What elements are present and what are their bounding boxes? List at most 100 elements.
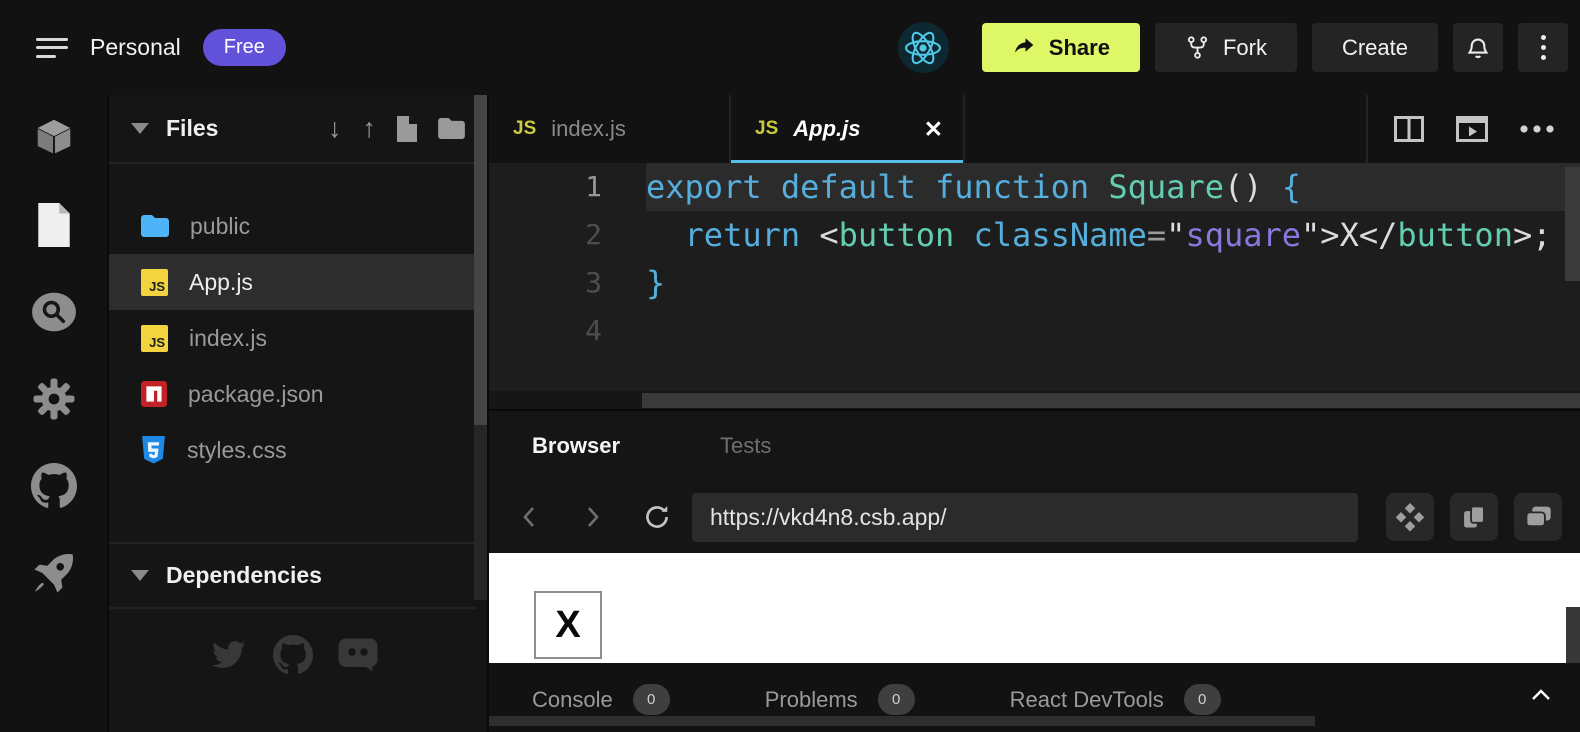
- activity-bar: [0, 95, 107, 732]
- browser-panel: Browser Tests: [487, 409, 1580, 732]
- tab-tests[interactable]: Tests: [720, 433, 771, 459]
- copy-icon: [1460, 503, 1488, 531]
- workspace-name[interactable]: Personal: [90, 34, 181, 61]
- console-scrollbar[interactable]: [489, 716, 1315, 726]
- console-item-console[interactable]: Console 0: [532, 684, 670, 715]
- console-item-react-devtools[interactable]: React DevTools0: [1010, 684, 1221, 715]
- preview-scrollbar[interactable]: [1566, 607, 1580, 663]
- close-icon[interactable]: ✕: [924, 116, 943, 143]
- tab-browser[interactable]: Browser: [532, 433, 620, 459]
- editor-tab-index.js[interactable]: JS index.js: [489, 95, 731, 163]
- new-folder-icon[interactable]: [438, 118, 465, 139]
- editor-horizontal-scrollbar[interactable]: [489, 391, 1580, 409]
- file-name: package.json: [188, 381, 324, 408]
- editor-tab-App.js[interactable]: JSApp.js✕: [731, 95, 965, 163]
- file-row-public[interactable]: public: [109, 198, 476, 254]
- discord-icon[interactable]: [337, 637, 379, 673]
- count-badge: 0: [878, 684, 915, 715]
- codesandbox-app: Personal Free: [0, 0, 1580, 732]
- editor-actions: [1366, 95, 1580, 163]
- url-input[interactable]: [692, 493, 1358, 542]
- react-logo-icon: [898, 22, 949, 73]
- files-panel: Files ↓ ↑ publicJSApp.jsJSindex.js packag…: [107, 95, 487, 732]
- back-icon[interactable]: [519, 503, 539, 531]
- npm-file-icon: [141, 381, 167, 407]
- editor-vertical-scrollbar[interactable]: [1565, 167, 1580, 281]
- forward-icon[interactable]: [583, 503, 603, 531]
- download-icon[interactable]: ↓: [328, 115, 342, 142]
- settings-gear-icon[interactable]: [31, 376, 77, 422]
- upload-icon[interactable]: ↑: [363, 115, 377, 142]
- folder-icon: [141, 215, 169, 237]
- fork-icon: [1185, 35, 1210, 60]
- editor-tab-bar: JS index.js JSApp.js✕: [489, 95, 1580, 163]
- code-text: [646, 307, 1580, 355]
- plan-badge: Free: [203, 29, 286, 66]
- open-in-new-window-button[interactable]: [1514, 493, 1562, 541]
- github-icon[interactable]: [31, 463, 77, 509]
- file-row-index.js[interactable]: JSindex.js: [109, 310, 476, 366]
- square-button[interactable]: X: [534, 591, 602, 659]
- line-number: 4: [489, 307, 602, 355]
- files-scrollbar[interactable]: [474, 95, 487, 600]
- more-options-button[interactable]: [1518, 23, 1568, 72]
- line-number: 1: [489, 163, 602, 211]
- tab-label: index.js: [551, 116, 626, 142]
- code-line-3[interactable]: 3}: [489, 259, 1580, 307]
- github-icon[interactable]: [273, 635, 313, 675]
- line-number: 3: [489, 259, 602, 307]
- search-icon[interactable]: [31, 289, 77, 335]
- code-text: }: [646, 259, 1580, 307]
- console-bar: Console0Problems0React DevTools0: [489, 663, 1580, 732]
- line-number: 2: [489, 211, 602, 259]
- diamonds-icon: [1395, 502, 1425, 532]
- share-button[interactable]: Share: [982, 23, 1140, 72]
- menu-icon[interactable]: [36, 38, 68, 58]
- top-header: Personal Free: [0, 0, 1580, 95]
- notifications-button[interactable]: [1453, 23, 1503, 72]
- fork-button-label: Fork: [1223, 35, 1267, 61]
- new-file-icon[interactable]: [397, 116, 417, 142]
- deploy-rocket-icon[interactable]: [31, 550, 77, 596]
- sandbox-cube-icon[interactable]: [31, 115, 77, 161]
- file-row-styles.css[interactable]: styles.css: [109, 422, 476, 478]
- share-arrow-icon: [1012, 36, 1036, 60]
- count-badge: 0: [633, 684, 670, 715]
- code-area[interactable]: 1export default function Square() {2 ret…: [489, 163, 1580, 391]
- files-panel-header[interactable]: Files ↓ ↑: [109, 95, 487, 164]
- create-button-label: Create: [1342, 35, 1408, 61]
- fork-button[interactable]: Fork: [1155, 23, 1297, 72]
- file-name: styles.css: [187, 437, 287, 464]
- social-links: [109, 635, 476, 675]
- copy-url-button[interactable]: [1450, 493, 1498, 541]
- css-file-icon: [141, 436, 166, 464]
- twitter-icon[interactable]: [207, 637, 249, 673]
- ellipsis-icon[interactable]: [1520, 125, 1554, 133]
- console-item-label: Console: [532, 687, 613, 713]
- create-button[interactable]: Create: [1312, 23, 1438, 72]
- file-row-App.js[interactable]: JSApp.js: [109, 254, 476, 310]
- split-view-icon[interactable]: [1394, 116, 1424, 142]
- chevron-up-icon[interactable]: [1530, 687, 1552, 701]
- file-row-package.json[interactable]: package.json: [109, 366, 476, 422]
- code-editor: JS index.js JSApp.js✕: [487, 95, 1580, 409]
- refresh-icon[interactable]: [643, 503, 671, 531]
- preview-window-icon[interactable]: [1456, 116, 1488, 142]
- dependencies-header[interactable]: Dependencies: [109, 542, 476, 609]
- code-text: return <button className="square">X</but…: [646, 211, 1580, 259]
- code-line-4[interactable]: 4: [489, 307, 1580, 355]
- count-badge: 0: [1184, 684, 1221, 715]
- files-icon[interactable]: [31, 202, 77, 248]
- browser-navigation-bar: [489, 481, 1580, 553]
- chevron-down-icon: [131, 123, 149, 134]
- console-item-label: Problems: [765, 687, 858, 713]
- share-button-label: Share: [1049, 35, 1110, 61]
- file-name: App.js: [189, 269, 253, 296]
- preview-settings-button[interactable]: [1386, 493, 1434, 541]
- file-list: publicJSApp.jsJSindex.js package.json styl…: [109, 198, 476, 478]
- code-line-2[interactable]: 2 return <button className="square">X</b…: [489, 211, 1580, 259]
- code-line-1[interactable]: 1export default function Square() {: [489, 163, 1580, 211]
- javascript-icon: JS: [513, 118, 536, 140]
- console-item-problems[interactable]: Problems 0: [765, 684, 915, 715]
- chevron-down-icon: [131, 570, 149, 581]
